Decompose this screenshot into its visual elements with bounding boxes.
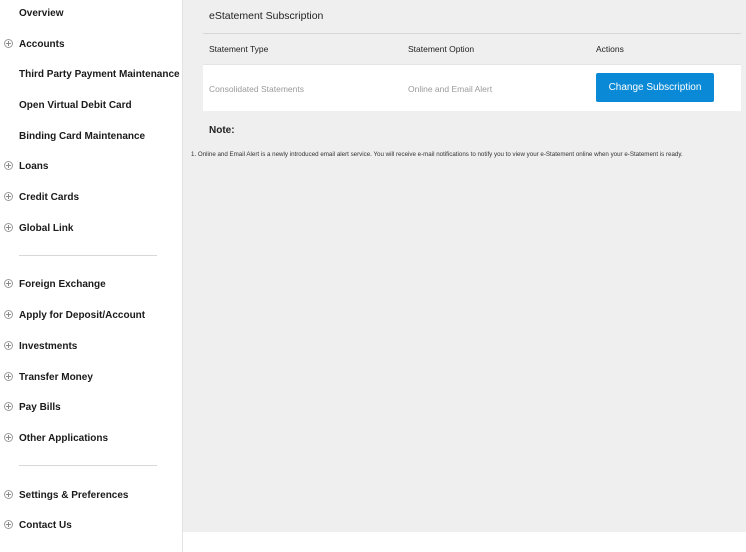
sidebar-divider — [19, 255, 157, 256]
column-header-actions: Actions — [596, 44, 624, 54]
nav-item-third-party-payment[interactable]: Third Party Payment Maintenance — [0, 63, 182, 85]
sidebar-nav: Overview Accounts Third Party Payment Ma… — [0, 0, 183, 552]
change-subscription-button[interactable]: Change Subscription — [596, 73, 714, 102]
nav-label: Loans — [19, 160, 49, 172]
nav-label: Pay Bills — [19, 401, 61, 413]
plus-circle-icon — [4, 433, 13, 442]
nav-item-accounts[interactable]: Accounts — [0, 33, 182, 55]
plus-circle-icon — [4, 520, 13, 529]
nav-label: Transfer Money — [19, 371, 93, 383]
nav-label: Third Party Payment Maintenance — [19, 68, 180, 80]
nav-item-global-link[interactable]: Global Link — [0, 217, 182, 239]
nav-item-investments[interactable]: Investments — [0, 335, 182, 357]
plus-circle-icon — [4, 192, 13, 201]
page-bottom-strip — [183, 532, 746, 552]
plus-circle-icon — [4, 402, 13, 411]
column-header-statement-type: Statement Type — [209, 44, 269, 54]
cell-statement-option: Online and Email Alert — [408, 84, 493, 94]
nav-item-other-applications[interactable]: Other Applications — [0, 427, 182, 449]
page-title: eStatement Subscription — [209, 10, 324, 22]
nav-label: Binding Card Maintenance — [19, 130, 146, 142]
nav-label: Credit Cards — [19, 191, 80, 203]
nav-label: Investments — [19, 340, 78, 352]
main-content: eStatement Subscription Statement Type S… — [183, 0, 746, 532]
nav-label: Open Virtual Debit Card — [19, 99, 132, 111]
nav-item-transfer-money[interactable]: Transfer Money — [0, 366, 182, 388]
nav-item-overview[interactable]: Overview — [0, 2, 182, 24]
plus-circle-icon — [4, 39, 13, 48]
cell-statement-type: Consolidated Statements — [209, 84, 304, 94]
nav-item-settings-preferences[interactable]: Settings & Preferences — [0, 484, 182, 506]
nav-label: Foreign Exchange — [19, 278, 106, 290]
plus-circle-icon — [4, 372, 13, 381]
nav-label: Overview — [19, 7, 64, 19]
note-item: 1. Online and Email Alert is a newly int… — [191, 151, 683, 158]
nav-item-foreign-exchange[interactable]: Foreign Exchange — [0, 273, 182, 295]
subscription-table: Statement Type Statement Option Actions … — [203, 33, 741, 111]
nav-item-contact-us[interactable]: Contact Us — [0, 514, 182, 536]
nav-item-loans[interactable]: Loans — [0, 155, 182, 177]
plus-circle-icon — [4, 279, 13, 288]
column-header-statement-option: Statement Option — [408, 44, 475, 54]
nav-item-open-virtual-debit-card[interactable]: Open Virtual Debit Card — [0, 94, 182, 116]
nav-label: Global Link — [19, 222, 74, 234]
nav-item-apply-deposit-account[interactable]: Apply for Deposit/Account — [0, 304, 182, 326]
plus-circle-icon — [4, 341, 13, 350]
nav-label: Apply for Deposit/Account — [19, 309, 146, 321]
plus-circle-icon — [4, 161, 13, 170]
sidebar-divider — [19, 465, 157, 466]
table-header-row: Statement Type Statement Option Actions — [203, 33, 741, 65]
nav-item-pay-bills[interactable]: Pay Bills — [0, 396, 182, 418]
nav-item-credit-cards[interactable]: Credit Cards — [0, 186, 182, 208]
nav-label: Settings & Preferences — [19, 489, 129, 501]
nav-label: Other Applications — [19, 432, 109, 444]
nav-label: Accounts — [19, 38, 65, 50]
plus-circle-icon — [4, 223, 13, 232]
nav-item-binding-card[interactable]: Binding Card Maintenance — [0, 125, 182, 147]
plus-circle-icon — [4, 490, 13, 499]
note-title: Note: — [209, 125, 235, 136]
plus-circle-icon — [4, 310, 13, 319]
nav-label: Contact Us — [19, 519, 72, 531]
